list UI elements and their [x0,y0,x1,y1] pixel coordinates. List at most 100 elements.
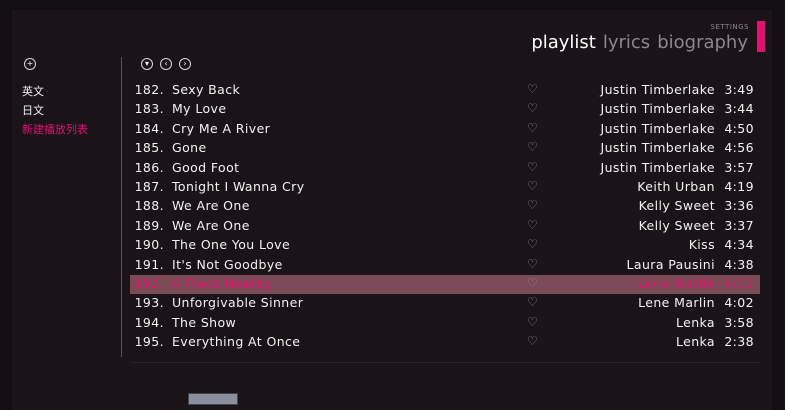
track-number: 183. [134,101,164,117]
track-row[interactable]: 194. The Show ♡ Lenka 3:58 [130,314,760,333]
footer-divider [130,362,760,363]
track-title: The One You Love [172,237,291,253]
track-row[interactable]: 188. We Are One ♡ Kelly Sweet 3:36 [130,197,760,216]
track-row[interactable]: 186. Good Foot ♡ Justin Timberlake 3:57 [130,159,760,178]
track-duration: 3:57 [724,159,754,175]
track-title: It's Not Goodbye [172,256,283,272]
heart-icon[interactable]: ♡ [527,121,538,135]
track-row[interactable]: 189. We Are One ♡ Kelly Sweet 3:37 [130,217,760,236]
tab-playlist[interactable]: playlist [531,32,596,53]
track-number: 194. [134,314,164,330]
track-artist: Kiss [688,237,715,253]
heart-icon[interactable]: ♡ [527,315,538,329]
track-artist: Keith Urban [637,178,715,194]
tab-lyrics[interactable]: lyrics [603,32,650,53]
dropdown-icon[interactable]: ▾ [141,58,153,70]
track-duration: 3:44 [724,101,754,117]
heart-icon[interactable]: ♡ [527,179,538,193]
track-number: 191. [134,256,164,272]
sidebar-divider [121,57,122,357]
track-artist: Lenka [675,314,715,330]
track-row[interactable]: 184. Cry Me A River ♡ Justin Timberlake 4:50 [130,120,760,139]
track-title: Good Foot [172,159,240,175]
sidebar-item-english[interactable]: 英文 [22,82,88,101]
heart-icon[interactable]: ♡ [527,160,538,174]
add-playlist-icon[interactable]: + [24,58,36,70]
tab-biography[interactable]: biography [657,32,748,53]
track-duration: 4:50 [724,120,754,136]
track-duration: 4:56 [724,140,754,156]
accent-bar [757,21,765,52]
track-duration: 3:58 [724,314,754,330]
track-row[interactable]: 195. Everything At Once ♡ Lenka 2:38 [130,333,760,352]
track-list: 182. Sexy Back ♡ Justin Timberlake 3:49 183. M… [130,81,760,357]
track-artist: Justin Timberlake [600,140,715,156]
track-artist: Justin Timberlake [600,159,715,175]
track-row[interactable]: 182. Sexy Back ♡ Justin Timberlake 3:49 [130,81,760,100]
track-artist: Kelly Sweet [638,217,715,233]
track-row[interactable]: 192. A Place Nearby ♡ Lene Marlin 4:11 [130,274,760,295]
track-number: 193. [134,295,164,311]
track-title: The Show [172,314,237,330]
track-number: 184. [134,120,164,136]
track-title: We Are One [172,217,250,233]
track-title: Everything At Once [172,334,301,350]
track-duration: 2:38 [724,334,754,350]
track-number: 182. [134,82,164,97]
track-number: 189. [134,217,164,233]
heart-icon[interactable]: ♡ [527,257,538,271]
heart-icon[interactable]: ♡ [527,218,538,232]
heart-icon[interactable]: ♡ [527,334,538,348]
track-duration: 4:19 [724,178,754,194]
back-icon[interactable]: ‹ [160,58,172,70]
track-row[interactable]: 185. Gone ♡ Justin Timberlake 4:56 [130,139,760,158]
track-artist: Laura Pausini [626,256,715,272]
track-artist: Justin Timberlake [600,120,715,136]
track-duration: 4:34 [724,237,754,253]
track-duration: 3:37 [724,217,754,233]
track-row[interactable]: 193. Unforgivable Sinner ♡ Lene Marlin 4:02 [130,294,760,313]
heart-icon[interactable]: ♡ [527,237,538,251]
track-title: My Love [172,101,227,117]
track-artist: Lene Marlin [638,295,715,311]
settings-link[interactable]: SETTINGS [711,23,749,31]
track-number: 195. [134,334,164,350]
track-title: A Place Nearby [172,275,273,291]
track-number: 185. [134,140,164,156]
track-number: 192. [134,275,164,291]
track-title: Unforgivable Sinner [172,295,304,311]
track-artist: Justin Timberlake [600,101,715,117]
track-duration: 3:49 [724,82,754,97]
track-duration: 3:36 [724,198,754,214]
track-row[interactable]: 183. My Love ♡ Justin Timberlake 3:44 [130,100,760,119]
track-title: Sexy Back [172,82,241,97]
track-number: 190. [134,237,164,253]
sidebar-item-new-playlist[interactable]: 新建播放列表 [22,120,88,139]
album-art [188,393,238,405]
sidebar-item-japanese[interactable]: 日文 [22,101,88,120]
track-artist: Lene Marlin [638,275,715,291]
heart-icon[interactable]: ♡ [527,101,538,115]
heart-icon[interactable]: ♡ [527,140,538,154]
track-duration: 4:38 [724,256,754,272]
track-artist: Justin Timberlake [600,82,715,97]
heart-icon[interactable]: ♡ [527,82,538,96]
track-artist: Kelly Sweet [638,198,715,214]
heart-icon[interactable]: ♡ [527,198,538,212]
track-number: 186. [134,159,164,175]
track-duration: 4:11 [724,275,754,291]
track-artist: Lenka [675,334,715,350]
track-title: Tonight I Wanna Cry [172,178,305,194]
heart-icon[interactable]: ♡ [527,276,538,290]
track-number: 187. [134,178,164,194]
track-row[interactable]: 191. It's Not Goodbye ♡ Laura Pausini 4:38 [130,256,760,275]
sidebar: 英文 日文 新建播放列表 [22,82,88,139]
heart-icon[interactable]: ♡ [527,295,538,309]
forward-icon[interactable]: › [179,58,191,70]
track-duration: 4:02 [724,295,754,311]
track-title: Gone [172,140,207,156]
track-row[interactable]: 190. The One You Love ♡ Kiss 4:34 [130,236,760,255]
track-row[interactable]: 187. Tonight I Wanna Cry ♡ Keith Urban 4:19 [130,178,760,197]
track-title: Cry Me A River [172,120,271,136]
track-number: 188. [134,198,164,214]
